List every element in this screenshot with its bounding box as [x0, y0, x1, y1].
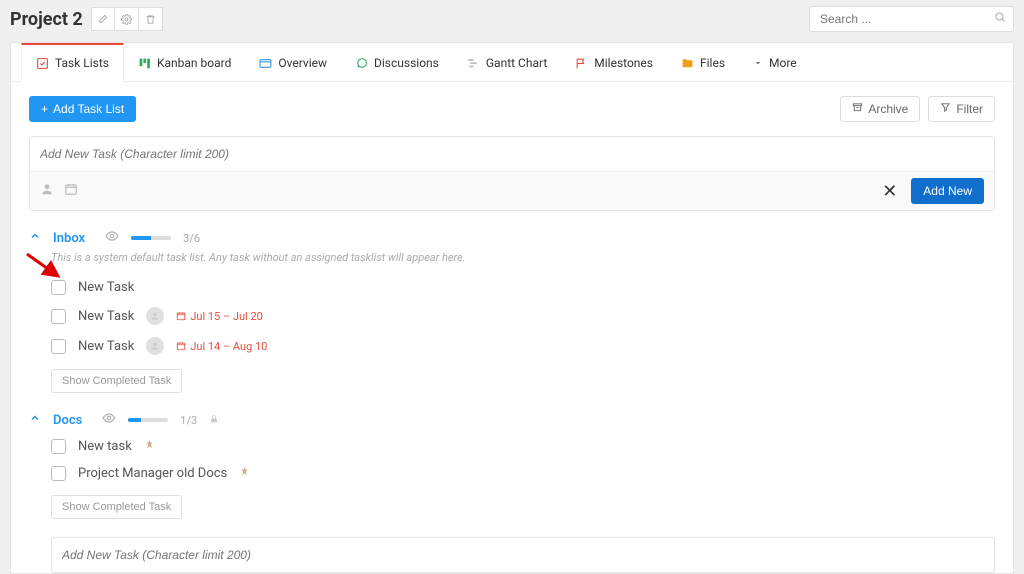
task-text[interactable]: New Task	[78, 339, 134, 354]
files-icon	[681, 57, 694, 70]
task-date: Jul 15 – Jul 20	[176, 310, 262, 323]
calendar-icon[interactable]	[64, 182, 78, 200]
chevron-up-icon[interactable]	[29, 230, 41, 246]
calendar-icon	[176, 341, 186, 351]
tab-label: Discussions	[374, 56, 439, 70]
show-completed-button[interactable]: Show Completed Task	[51, 369, 182, 393]
progress-bar	[131, 236, 171, 240]
task-list-docs: Docs 1/3 New task Project Manager old Do…	[29, 411, 995, 573]
archive-icon	[852, 102, 863, 116]
task-row: New task	[51, 433, 995, 460]
button-label: Archive	[868, 102, 908, 116]
chevron-up-icon[interactable]	[29, 412, 41, 428]
filter-button[interactable]: Filter	[928, 96, 995, 122]
list-title[interactable]: Inbox	[53, 231, 85, 246]
page-title: Project 2	[10, 9, 83, 30]
tab-discussions[interactable]: Discussions	[341, 43, 453, 81]
chevron-down-icon	[753, 58, 763, 68]
task-counter: 3/6	[183, 232, 200, 245]
task-row: New Task	[51, 274, 995, 301]
task-list-inbox: Inbox 3/6 This is a system default task …	[29, 229, 995, 393]
list-title[interactable]: Docs	[53, 413, 82, 428]
add-task-list-button[interactable]: + Add Task List	[29, 96, 136, 122]
search-wrap	[809, 6, 1014, 32]
overview-icon	[259, 57, 272, 70]
show-completed-button[interactable]: Show Completed Task	[51, 495, 182, 519]
task-text[interactable]: New task	[78, 439, 132, 454]
task-date: Jul 14 – Aug 10	[176, 340, 267, 353]
task-counter: 1/3	[180, 414, 197, 427]
new-task-input[interactable]	[51, 537, 995, 573]
project-actions	[91, 7, 163, 31]
tab-milestones[interactable]: Milestones	[561, 43, 667, 81]
milestones-icon	[575, 57, 588, 70]
task-row: New Task Jul 14 – Aug 10	[51, 331, 995, 361]
discussions-icon	[355, 57, 368, 70]
plus-icon: +	[41, 102, 48, 116]
tab-task-lists[interactable]: Task Lists	[21, 43, 124, 82]
checklist-icon	[36, 57, 49, 70]
tab-label: More	[769, 56, 797, 70]
task-checkbox[interactable]	[51, 339, 66, 354]
tab-files[interactable]: Files	[667, 43, 739, 81]
archive-button[interactable]: Archive	[840, 96, 920, 122]
edit-icon[interactable]	[91, 7, 115, 31]
close-icon[interactable]: ✕	[882, 181, 897, 202]
new-task-input[interactable]	[30, 137, 994, 171]
progress-bar	[128, 418, 168, 422]
gantt-icon	[467, 57, 480, 70]
search-input[interactable]	[809, 6, 1014, 32]
task-text[interactable]: Project Manager old Docs	[78, 466, 227, 481]
task-checkbox[interactable]	[51, 309, 66, 324]
calendar-icon	[176, 311, 186, 321]
task-text[interactable]: New Task	[78, 309, 134, 324]
task-checkbox[interactable]	[51, 439, 66, 454]
add-new-button[interactable]: Add New	[911, 178, 984, 204]
tab-bar: Task Lists Kanban board Overview Discuss…	[11, 43, 1013, 82]
filter-icon	[940, 102, 951, 116]
tab-gantt-chart[interactable]: Gantt Chart	[453, 43, 561, 81]
tab-kanban-board[interactable]: Kanban board	[124, 43, 245, 81]
new-task-box: ✕ Add New	[29, 136, 995, 211]
eye-icon[interactable]	[105, 229, 119, 247]
tab-label: Gantt Chart	[486, 56, 547, 70]
user-icon[interactable]	[40, 182, 54, 200]
eye-icon[interactable]	[102, 411, 116, 429]
tab-overview[interactable]: Overview	[245, 43, 341, 81]
tab-label: Files	[700, 56, 725, 70]
tab-more[interactable]: More	[739, 43, 811, 81]
gear-icon[interactable]	[115, 7, 139, 31]
task-text[interactable]: New Task	[78, 280, 134, 295]
task-row: New Task Jul 15 – Jul 20	[51, 301, 995, 331]
lock-icon	[209, 414, 219, 427]
button-label: Filter	[956, 102, 983, 116]
pin-icon[interactable]	[144, 439, 155, 454]
pin-icon[interactable]	[239, 466, 250, 481]
task-checkbox[interactable]	[51, 280, 66, 295]
tab-label: Kanban board	[157, 56, 231, 70]
avatar[interactable]	[146, 307, 164, 325]
task-row: Project Manager old Docs	[51, 460, 995, 487]
tab-label: Overview	[278, 56, 327, 70]
task-checkbox[interactable]	[51, 466, 66, 481]
tab-label: Task Lists	[55, 56, 109, 70]
delete-icon[interactable]	[139, 7, 163, 31]
button-label: Add Task List	[53, 102, 124, 116]
tab-label: Milestones	[594, 56, 653, 70]
list-description: This is a system default task list. Any …	[51, 251, 995, 264]
avatar[interactable]	[146, 337, 164, 355]
kanban-icon	[138, 57, 151, 70]
